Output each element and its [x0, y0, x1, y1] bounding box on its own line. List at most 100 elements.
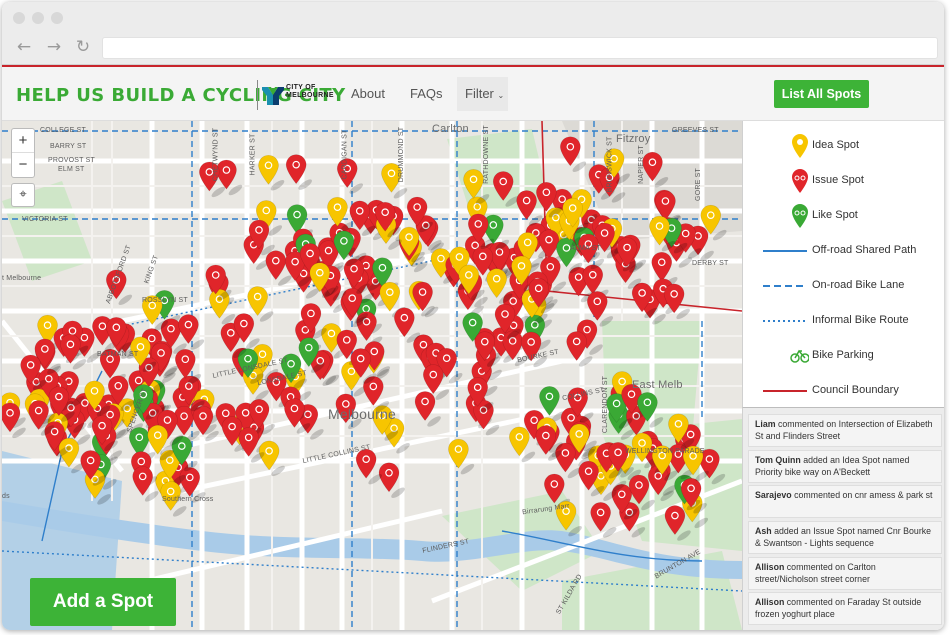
street-label: NAPIER ST — [637, 145, 645, 184]
back-arrow-icon[interactable]: ← — [15, 38, 33, 56]
street-label: HARKER ST — [249, 133, 257, 176]
place-label-west-melbourne: t Melbourne — [2, 275, 42, 282]
street-label: COLLEGE ST — [40, 127, 86, 134]
map-pin[interactable] — [486, 268, 507, 299]
place-label-docklands: ds — [2, 493, 10, 500]
legend-label: Off-road Shared Path — [812, 244, 917, 256]
map-canvas — [2, 121, 742, 630]
feed-item[interactable]: Tom Quinn added an Idea Spot named Prior… — [748, 450, 942, 483]
legend-label: Like Spot — [812, 209, 858, 221]
map-pin[interactable] — [238, 427, 259, 457]
bike-parking-icon — [790, 349, 809, 363]
street-label: GREEVES ST — [672, 127, 719, 134]
city-of-melbourne-logo-text: CITY OF MELBOURNE — [286, 84, 334, 100]
map-pin[interactable] — [394, 307, 415, 338]
legend-label: Idea Spot — [812, 139, 860, 151]
zoom-in-button[interactable]: + — [12, 129, 34, 153]
feed-item[interactable]: Liam commented on Intersection of Elizab… — [748, 414, 942, 447]
nav-filter[interactable]: Filter ⌄ — [465, 86, 504, 101]
nav-filter-label: Filter — [465, 86, 494, 101]
street-label: CHETWYND ST — [212, 127, 220, 182]
street-label: DRUMMOND ST — [398, 126, 406, 183]
place-label-east-melbourne: East Melb — [632, 379, 683, 391]
logo-line-2: MELBOURNE — [286, 92, 334, 99]
street-label: ALMA ST — [570, 245, 601, 252]
window-dot[interactable] — [32, 12, 44, 24]
feed-text: commented on Intersection of Elizabeth S… — [755, 419, 933, 441]
logo-line-1: CITY OF — [286, 84, 316, 91]
feed-item[interactable]: Ash added an Issue Spot named Cnr Bourke… — [748, 521, 942, 554]
nav-about[interactable]: About — [351, 86, 385, 101]
feed-item[interactable]: Allison commented on Faraday St outside … — [748, 592, 942, 625]
zoom-out-button[interactable]: − — [12, 153, 34, 177]
feed-text: commented on cnr amess & park st — [791, 490, 933, 500]
feed-item[interactable]: Allison commented on Carlton street/Nich… — [748, 557, 942, 590]
add-spot-button[interactable]: Add a Spot — [30, 578, 176, 626]
map-pin[interactable] — [2, 402, 21, 433]
place-label-fitzroy: Fitzroy — [616, 133, 651, 145]
map-pin[interactable] — [355, 448, 377, 479]
brand-divider — [257, 80, 258, 110]
street-label: VICTORIA ST — [22, 216, 68, 223]
street-label: BATMAN ST — [97, 351, 139, 358]
map-pin[interactable] — [414, 391, 436, 421]
street-label: WELLINGTON PARADE — [625, 448, 705, 455]
legend-item-off-road-path: Off-road Shared Path — [743, 233, 944, 268]
legend-item-bike-lane: On-road Bike Lane — [743, 268, 944, 303]
street-label: RATHDOWNE ST — [482, 125, 490, 184]
feed-item[interactable]: Sarajevo commented on cnr amess & park s… — [748, 485, 942, 518]
legend-label: Bike Parking — [812, 349, 874, 361]
city-of-melbourne-logo-icon[interactable] — [262, 85, 284, 105]
window-dot[interactable] — [13, 12, 25, 24]
address-bar[interactable] — [102, 37, 938, 59]
street-label: DERBY ST — [692, 260, 729, 267]
bicycle-icon — [792, 169, 808, 193]
chevron-down-icon: ⌄ — [497, 91, 505, 100]
legend-item-bike-parking: Bike Parking — [743, 338, 944, 373]
window-dot[interactable] — [51, 12, 63, 24]
map-pin[interactable] — [265, 250, 287, 281]
legend-label: On-road Bike Lane — [812, 279, 905, 291]
street-label: GORE ST — [694, 168, 702, 201]
map-pin[interactable] — [216, 159, 237, 190]
map-legend: Idea Spot Issue Spot Like Spot Off-road … — [742, 121, 944, 407]
street-label: PROVOST ST — [48, 157, 95, 164]
place-label-melbourne: Melbourne — [328, 406, 396, 422]
bicycle-icon — [792, 204, 808, 228]
feed-user: Sarajevo — [755, 490, 792, 500]
map-pin[interactable] — [379, 281, 401, 312]
legend-item-council-boundary: Council Boundary — [743, 373, 944, 408]
feed-user: Allison — [755, 562, 785, 572]
map-pin[interactable] — [509, 426, 530, 457]
map[interactable]: COLLEGE ST BARRY ST PROVOST ST ELM ST VI… — [2, 121, 742, 630]
legend-item-like: Like Spot — [743, 198, 944, 233]
legend-label: Informal Bike Route — [812, 314, 909, 326]
map-pin[interactable] — [378, 462, 400, 493]
legend-label: Council Boundary — [812, 384, 899, 396]
browser-chrome: ← → ↻ — [2, 2, 944, 65]
street-label: BRUNSWICK ST — [606, 136, 614, 193]
browser-window: ← → ↻ HELP US BUILD A CYCLING CITY CITY … — [2, 2, 944, 630]
solid-line-icon — [763, 250, 807, 252]
feed-user: Ash — [755, 526, 772, 536]
legend-item-issue: Issue Spot — [743, 163, 944, 198]
nav-faqs[interactable]: FAQs — [410, 86, 443, 101]
street-label: CARDIGAN ST — [341, 129, 349, 180]
feed-text: added an Issue Spot named Cnr Bourke & S… — [755, 526, 932, 548]
map-pin[interactable] — [258, 154, 279, 185]
list-all-spots-button[interactable]: List All Spots — [774, 80, 869, 108]
street-label: BARRY ST — [50, 143, 87, 150]
street-label: ELM ST — [58, 166, 85, 173]
locate-me-icon[interactable]: ⌖ — [11, 183, 35, 207]
feed-user: Allison — [755, 597, 785, 607]
reload-icon[interactable]: ↻ — [74, 38, 92, 56]
map-pin[interactable] — [651, 251, 673, 282]
place-label-southern-cross: Southern Cross — [162, 496, 214, 503]
map-pin[interactable] — [412, 281, 433, 312]
forward-arrow-icon[interactable]: → — [45, 38, 63, 56]
map-pin[interactable] — [590, 502, 611, 532]
map-pin[interactable] — [586, 291, 608, 321]
dashed-line-icon — [763, 285, 807, 287]
feed-user: Liam — [755, 419, 776, 429]
map-pin[interactable] — [178, 314, 199, 345]
